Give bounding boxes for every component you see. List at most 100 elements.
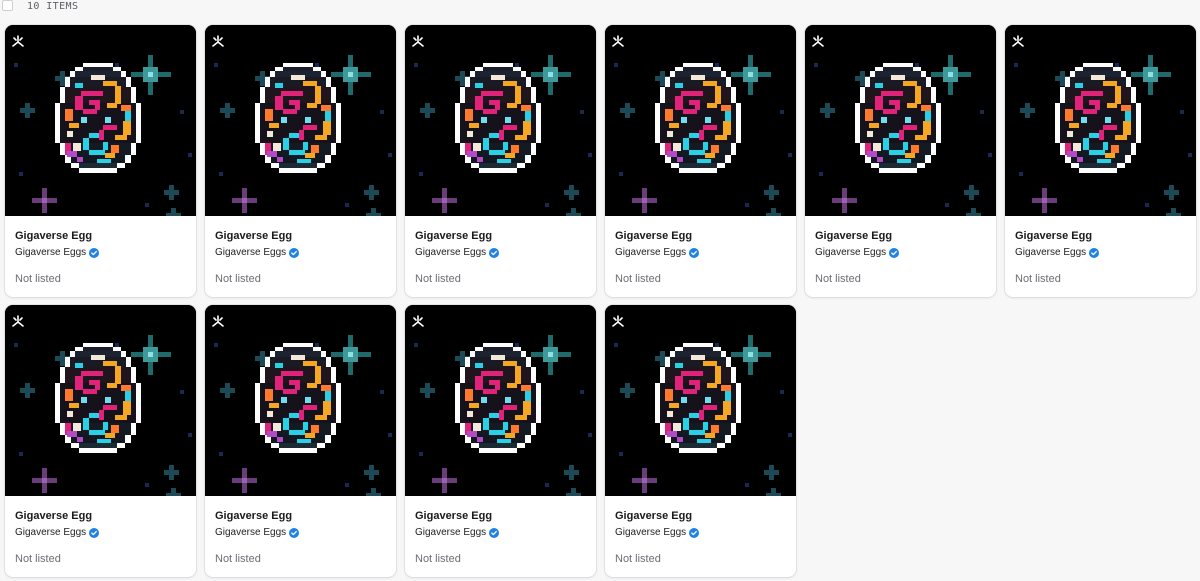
nft-card-7[interactable]: Gigaverse Egg Gigaverse Eggs Not listed — [5, 305, 196, 577]
card-info: Gigaverse Egg Gigaverse Eggs Not listed — [805, 216, 996, 286]
listing-status: Not listed — [215, 553, 261, 565]
card-info: Gigaverse Egg Gigaverse Eggs Not listed — [5, 216, 196, 286]
nft-card-10[interactable]: Gigaverse Egg Gigaverse Eggs Not listed — [605, 305, 796, 577]
nft-image[interactable] — [405, 25, 596, 216]
collection-row: Gigaverse Eggs — [615, 246, 786, 260]
listing-status: Not listed — [1015, 273, 1061, 285]
nft-name[interactable]: Gigaverse Egg — [215, 229, 386, 243]
collection-name[interactable]: Gigaverse Eggs — [815, 246, 886, 260]
verified-badge-icon — [889, 248, 900, 258]
chain-icon — [612, 35, 624, 47]
collection-row: Gigaverse Eggs — [415, 526, 586, 540]
listing-status: Not listed — [615, 273, 661, 285]
collection-row: Gigaverse Eggs — [415, 246, 586, 260]
nft-card-6[interactable]: Gigaverse Egg Gigaverse Eggs Not listed — [1005, 25, 1196, 297]
collection-name[interactable]: Gigaverse Eggs — [415, 526, 486, 540]
egg-artwork — [405, 305, 596, 496]
card-info: Gigaverse Egg Gigaverse Eggs Not listed — [5, 496, 196, 566]
collection-row: Gigaverse Eggs — [1015, 246, 1186, 260]
listing-status: Not listed — [215, 273, 261, 285]
verified-badge-icon — [689, 528, 700, 538]
nft-card-2[interactable]: Gigaverse Egg Gigaverse Eggs Not listed — [205, 25, 396, 297]
chain-icon — [212, 315, 224, 327]
collection-name[interactable]: Gigaverse Eggs — [15, 246, 86, 260]
nft-card-3[interactable]: Gigaverse Egg Gigaverse Eggs Not listed — [405, 25, 596, 297]
collection-name[interactable]: Gigaverse Eggs — [215, 526, 286, 540]
item-count: 10 ITEMS — [27, 1, 79, 12]
verified-badge-icon — [289, 248, 300, 258]
verified-badge-icon — [89, 248, 100, 258]
nft-image[interactable] — [205, 25, 396, 216]
chain-icon — [412, 315, 424, 327]
egg-artwork — [5, 25, 196, 216]
nft-image[interactable] — [605, 25, 796, 216]
results-header: 10 ITEMS — [0, 0, 1200, 14]
collection-row: Gigaverse Eggs — [15, 246, 186, 260]
card-info: Gigaverse Egg Gigaverse Eggs Not listed — [405, 216, 596, 286]
chain-icon — [412, 35, 424, 47]
collection-row: Gigaverse Eggs — [215, 526, 386, 540]
collection-name[interactable]: Gigaverse Eggs — [415, 246, 486, 260]
item-grid: Gigaverse Egg Gigaverse Eggs Not listed — [5, 25, 1196, 577]
nft-name[interactable]: Gigaverse Egg — [415, 229, 586, 243]
chain-icon — [812, 35, 824, 47]
nft-card-4[interactable]: Gigaverse Egg Gigaverse Eggs Not listed — [605, 25, 796, 297]
chain-icon — [212, 35, 224, 47]
chain-icon — [1012, 35, 1024, 47]
collection-name[interactable]: Gigaverse Eggs — [15, 526, 86, 540]
verified-badge-icon — [89, 528, 100, 538]
card-info: Gigaverse Egg Gigaverse Eggs Not listed — [205, 496, 396, 566]
nft-name[interactable]: Gigaverse Egg — [15, 229, 186, 243]
egg-artwork — [605, 25, 796, 216]
nft-image[interactable] — [605, 305, 796, 496]
egg-artwork — [5, 305, 196, 496]
collection-row: Gigaverse Eggs — [815, 246, 986, 260]
nft-name[interactable]: Gigaverse Egg — [815, 229, 986, 243]
listing-status: Not listed — [415, 553, 461, 565]
chain-icon — [612, 315, 624, 327]
egg-artwork — [405, 25, 596, 216]
chain-icon — [12, 35, 24, 47]
nft-image[interactable] — [5, 25, 196, 216]
collection-name[interactable]: Gigaverse Eggs — [1015, 246, 1086, 260]
egg-artwork — [605, 305, 796, 496]
collection-row: Gigaverse Eggs — [615, 526, 786, 540]
verified-badge-icon — [289, 528, 300, 538]
egg-artwork — [205, 25, 396, 216]
listing-status: Not listed — [15, 553, 61, 565]
nft-image[interactable] — [805, 25, 996, 216]
verified-badge-icon — [489, 528, 500, 538]
collection-name[interactable]: Gigaverse Eggs — [615, 526, 686, 540]
listing-status: Not listed — [815, 273, 861, 285]
listing-status: Not listed — [615, 553, 661, 565]
nft-image[interactable] — [205, 305, 396, 496]
card-info: Gigaverse Egg Gigaverse Eggs Not listed — [205, 216, 396, 286]
nft-card-1[interactable]: Gigaverse Egg Gigaverse Eggs Not listed — [5, 25, 196, 297]
egg-artwork — [1005, 25, 1196, 216]
collection-name[interactable]: Gigaverse Eggs — [215, 246, 286, 260]
collection-name[interactable]: Gigaverse Eggs — [615, 246, 686, 260]
verified-badge-icon — [689, 248, 700, 258]
card-info: Gigaverse Egg Gigaverse Eggs Not listed — [1005, 216, 1196, 286]
egg-artwork — [805, 25, 996, 216]
listing-status: Not listed — [415, 273, 461, 285]
nft-card-9[interactable]: Gigaverse Egg Gigaverse Eggs Not listed — [405, 305, 596, 577]
nft-name[interactable]: Gigaverse Egg — [415, 509, 586, 523]
collection-row: Gigaverse Eggs — [15, 526, 186, 540]
nft-name[interactable]: Gigaverse Egg — [615, 229, 786, 243]
nft-image[interactable] — [405, 305, 596, 496]
verified-badge-icon — [1089, 248, 1100, 258]
nft-image[interactable] — [1005, 25, 1196, 216]
nft-name[interactable]: Gigaverse Egg — [1015, 229, 1186, 243]
verified-badge-icon — [489, 248, 500, 258]
card-info: Gigaverse Egg Gigaverse Eggs Not listed — [605, 216, 796, 286]
listing-status: Not listed — [15, 273, 61, 285]
nft-card-5[interactable]: Gigaverse Egg Gigaverse Eggs Not listed — [805, 25, 996, 297]
nft-name[interactable]: Gigaverse Egg — [15, 509, 186, 523]
nft-name[interactable]: Gigaverse Egg — [615, 509, 786, 523]
nft-card-8[interactable]: Gigaverse Egg Gigaverse Eggs Not listed — [205, 305, 396, 577]
card-info: Gigaverse Egg Gigaverse Eggs Not listed — [405, 496, 596, 566]
nft-image[interactable] — [5, 305, 196, 496]
select-all-checkbox[interactable] — [2, 0, 13, 11]
nft-name[interactable]: Gigaverse Egg — [215, 509, 386, 523]
